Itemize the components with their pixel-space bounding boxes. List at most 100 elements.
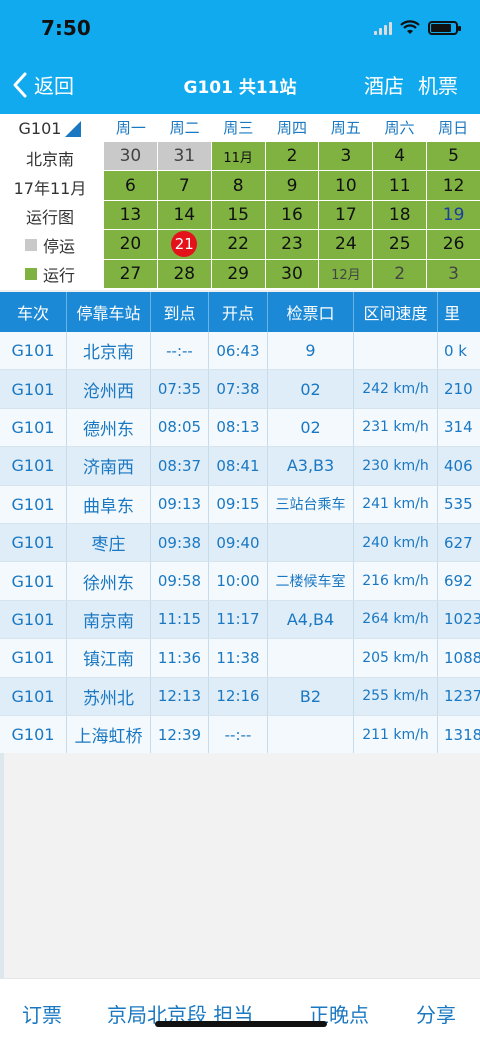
table-row[interactable]: G101 苏州北 12:13 12:16 B2 255 km/h 1237 bbox=[0, 677, 480, 716]
weekday-mon: 周一 bbox=[115, 119, 146, 137]
row-train: G101 bbox=[0, 370, 67, 408]
calendar-day[interactable]: 26 bbox=[427, 230, 480, 259]
row-station: 镇江南 bbox=[67, 639, 151, 677]
calendar-day[interactable]: 10 bbox=[319, 171, 373, 200]
calendar-day[interactable]: 14 bbox=[157, 200, 211, 230]
calendar-day[interactable]: 18 bbox=[373, 200, 427, 230]
calendar-day[interactable]: 8 bbox=[211, 171, 265, 200]
legend-stop-label: 停运 bbox=[42, 236, 75, 256]
row-depart: 08:13 bbox=[209, 408, 268, 447]
calendar-day[interactable]: 19 bbox=[427, 200, 480, 230]
status-icons bbox=[374, 20, 461, 36]
calendar-day[interactable]: 15 bbox=[211, 200, 265, 230]
row-train: G101 bbox=[0, 600, 67, 639]
col-depart: 开点 bbox=[209, 292, 268, 332]
row-train: G101 bbox=[0, 408, 67, 447]
train-selector[interactable]: G101 bbox=[0, 114, 100, 143]
table-row[interactable]: G101 北京南 --:-- 06:43 9 0 k bbox=[0, 332, 480, 371]
row-train: G101 bbox=[0, 523, 67, 562]
table-row[interactable]: G101 徐州东 09:58 10:00 二楼候车室 216 km/h 692 bbox=[0, 562, 480, 601]
row-station: 济南西 bbox=[67, 447, 151, 485]
calendar-day[interactable]: 5 bbox=[427, 142, 480, 171]
calendar-day[interactable]: 29 bbox=[211, 259, 265, 288]
hotel-button[interactable]: 酒店 bbox=[364, 70, 404, 99]
calendar-day[interactable]: 13 bbox=[104, 200, 157, 230]
row-arrive: 08:37 bbox=[151, 447, 209, 485]
row-distance: 210 bbox=[444, 380, 473, 399]
table-row[interactable]: G101 枣庄 09:38 09:40 240 km/h 627 bbox=[0, 523, 480, 563]
station-label: 北京南 bbox=[25, 149, 74, 169]
col-distance: 里 bbox=[444, 304, 461, 323]
calendar-day[interactable]: 30 bbox=[104, 142, 157, 171]
table-row[interactable]: G101 沧州西 07:35 07:38 02 242 km/h 210 bbox=[0, 370, 480, 409]
legend-run-label: 运行 bbox=[42, 265, 75, 285]
calendar-day[interactable]: 12月 bbox=[319, 259, 373, 288]
calendar-day[interactable]: 30 bbox=[265, 259, 319, 288]
table-row[interactable]: G101 济南西 08:37 08:41 A3,B3 230 km/h 406 bbox=[0, 447, 480, 486]
calendar-day[interactable]: 31 bbox=[157, 142, 211, 171]
calendar-day[interactable]: 16 bbox=[265, 200, 319, 230]
table-row[interactable]: G101 上海虹桥 12:39 --:-- 211 km/h 1318 bbox=[0, 715, 480, 755]
stop-legend-swatch bbox=[24, 238, 37, 251]
row-gate: A3,B3 bbox=[268, 447, 354, 485]
battery-icon bbox=[428, 21, 461, 35]
row-depart: 10:00 bbox=[209, 562, 268, 600]
calendar-day[interactable]: 23 bbox=[265, 230, 319, 259]
home-indicator bbox=[155, 1021, 327, 1027]
signal-icon bbox=[374, 21, 392, 35]
calendar-day[interactable]: 25 bbox=[373, 230, 427, 259]
col-gate: 检票口 bbox=[268, 292, 354, 332]
row-train: G101 bbox=[0, 562, 67, 600]
row-station: 北京南 bbox=[67, 332, 151, 370]
calendar-grid: 30 31 11月 2 3 4 5 6 7 8 9 10 11 12 13 14… bbox=[104, 142, 480, 288]
table-row[interactable]: G101 南京南 11:15 11:17 A4,B4 264 km/h 1023 bbox=[0, 600, 480, 640]
weekday-fri: 周五 bbox=[330, 119, 361, 137]
calendar-day[interactable]: 7 bbox=[157, 171, 211, 200]
row-distance: 314 bbox=[444, 418, 473, 437]
calendar-day[interactable]: 28 bbox=[157, 259, 211, 288]
calendar-day[interactable]: 4 bbox=[373, 142, 427, 171]
calendar-day[interactable]: 9 bbox=[265, 171, 319, 200]
calendar-day[interactable]: 12 bbox=[427, 171, 480, 200]
weekday-thu: 周四 bbox=[277, 119, 308, 137]
calendar-day[interactable]: 6 bbox=[104, 171, 157, 200]
row-train: G101 bbox=[0, 447, 67, 485]
row-train: G101 bbox=[0, 639, 67, 677]
table-row[interactable]: G101 曲阜东 09:13 09:15 三站台乘车 241 km/h 535 bbox=[0, 485, 480, 524]
row-speed bbox=[354, 332, 438, 370]
book-ticket-button[interactable]: 订票 bbox=[22, 999, 62, 1028]
calendar-day[interactable]: 11月 bbox=[211, 142, 265, 171]
calendar-day[interactable]: 17 bbox=[319, 200, 373, 230]
timetable-header: 车次 停靠车站 到点 开点 检票口 区间速度 里 bbox=[0, 292, 480, 332]
calendar-day[interactable]: 2 bbox=[265, 142, 319, 171]
flight-button[interactable]: 机票 bbox=[418, 70, 458, 99]
row-speed: 211 km/h bbox=[354, 715, 438, 754]
row-arrive: 07:35 bbox=[151, 370, 209, 408]
calendar-day[interactable]: 2 bbox=[373, 259, 427, 288]
weekday-sat: 周六 bbox=[384, 119, 415, 137]
table-row[interactable]: G101 德州东 08:05 08:13 02 231 km/h 314 bbox=[0, 408, 480, 448]
row-depart: 09:15 bbox=[209, 485, 268, 523]
row-depart: 08:41 bbox=[209, 447, 268, 485]
table-row[interactable]: G101 镇江南 11:36 11:38 205 km/h 1088 bbox=[0, 639, 480, 678]
share-button[interactable]: 分享 bbox=[416, 999, 456, 1028]
row-distance: 627 bbox=[444, 533, 473, 552]
row-depart: 09:40 bbox=[209, 523, 268, 562]
calendar-day[interactable]: 24 bbox=[319, 230, 373, 259]
month-label: 17年11月 bbox=[13, 178, 87, 198]
row-gate bbox=[268, 523, 354, 562]
weekday-tue: 周二 bbox=[169, 119, 200, 137]
calendar-day[interactable]: 20 bbox=[104, 230, 157, 259]
calendar-day[interactable]: 3 bbox=[319, 142, 373, 171]
row-gate: 三站台乘车 bbox=[268, 485, 354, 523]
calendar-day-today[interactable]: 21 bbox=[157, 230, 211, 259]
row-distance: 1237 bbox=[444, 687, 480, 706]
calendar-day[interactable]: 3 bbox=[427, 259, 480, 288]
calendar-day[interactable]: 22 bbox=[211, 230, 265, 259]
legend-stop: 停运 bbox=[0, 230, 100, 259]
calendar-day[interactable]: 11 bbox=[373, 171, 427, 200]
row-arrive: 09:58 bbox=[151, 562, 209, 600]
row-arrive: 09:38 bbox=[151, 523, 209, 562]
weekday-header: 周一 周二 周三 周四 周五 周六 周日 bbox=[104, 114, 480, 142]
calendar-day[interactable]: 27 bbox=[104, 259, 157, 288]
